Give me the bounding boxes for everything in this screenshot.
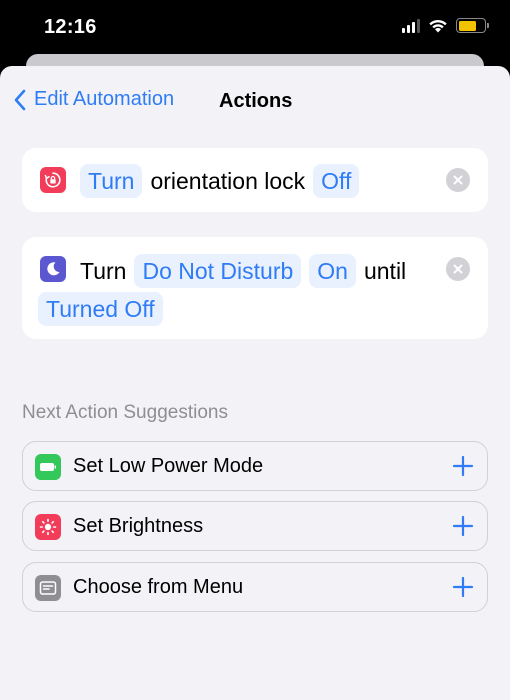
suggestion-low-power-mode[interactable]: Set Low Power Mode [22, 441, 488, 491]
plus-icon[interactable] [451, 575, 475, 599]
suggestion-label: Set Low Power Mode [73, 455, 264, 477]
orientation-lock-label: orientation lock [150, 168, 306, 194]
action-2-sentence-line1: Turn Do Not Disturb On until [80, 254, 406, 288]
suggestions-header: Next Action Suggestions [22, 402, 228, 423]
status-bar: 12:16 [0, 0, 510, 56]
action-card-orientation-lock: Turn orientation lock Off [22, 148, 488, 212]
state-token[interactable]: Off [313, 164, 360, 198]
remove-action-button[interactable] [446, 168, 470, 192]
moon-icon [40, 256, 66, 282]
battery-icon [35, 454, 61, 480]
status-icons [402, 18, 489, 33]
turn-token[interactable]: Turn [80, 164, 143, 198]
action-card-do-not-disturb: Turn Do Not Disturb On until Turned Off [22, 237, 488, 339]
wifi-icon [429, 19, 447, 33]
until-label: until [363, 258, 407, 284]
back-button[interactable]: Edit Automation [14, 88, 174, 111]
chevron-left-icon [14, 89, 26, 110]
close-icon [453, 264, 463, 274]
page-title: Actions [219, 90, 293, 112]
plus-icon[interactable] [451, 514, 475, 538]
orientation-lock-icon [40, 167, 66, 193]
plus-icon[interactable] [451, 454, 475, 478]
close-icon [453, 175, 463, 185]
action-2-sentence-line2: Turned Off [38, 292, 163, 326]
battery-icon [456, 18, 489, 33]
suggestion-set-brightness[interactable]: Set Brightness [22, 501, 488, 551]
sun-icon [35, 514, 61, 540]
actions-sheet: Edit Automation Actions Turn orientation… [0, 66, 510, 700]
status-time: 12:16 [44, 16, 97, 38]
suggestion-label: Set Brightness [73, 515, 204, 537]
turn-label: Turn [80, 258, 127, 284]
suggestion-label: Choose from Menu [73, 576, 244, 598]
back-button-label: Edit Automation [34, 88, 175, 110]
cellular-signal-icon [402, 18, 420, 33]
action-1-sentence: Turn orientation lock Off [80, 164, 360, 198]
menu-icon [35, 575, 61, 601]
remove-action-button[interactable] [446, 257, 470, 281]
do-not-disturb-token[interactable]: Do Not Disturb [134, 254, 302, 288]
navigation-bar: Edit Automation Actions [0, 86, 510, 118]
state-token[interactable]: On [309, 254, 356, 288]
duration-token[interactable]: Turned Off [38, 292, 163, 326]
suggestion-choose-from-menu[interactable]: Choose from Menu [22, 562, 488, 612]
